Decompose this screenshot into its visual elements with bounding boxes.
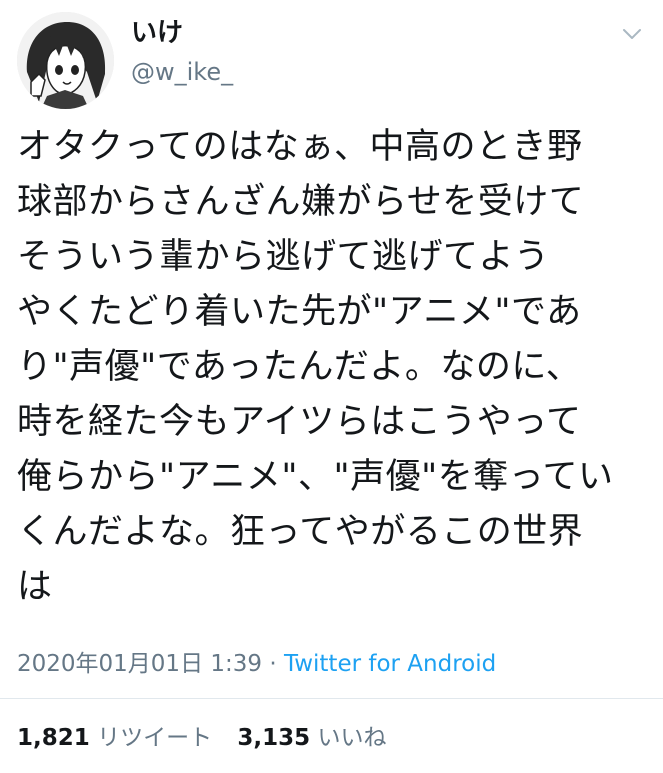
tweet-card: いけ @w_ike_ オタクってのはなぁ、中高のとき野 球部からさんざん嫌がらせ… xyxy=(0,0,663,773)
tweet-body-line: り"声優"であったんだよ。なのに、 xyxy=(17,347,582,387)
timestamp[interactable]: 2020年01月01日 1:39 xyxy=(17,651,262,677)
tweet-meta: 2020年01月01日 1:39 · Twitter for Android xyxy=(17,648,496,680)
tweet-body-line: 時を経た今もアイツらはこうやって xyxy=(17,402,582,442)
tweet-body-line: くんだよな。狂ってやがるこの世界 xyxy=(17,512,584,552)
tweet-stats: 1,821 リツイート 3,135 いいね xyxy=(17,722,404,754)
meta-separator: · xyxy=(262,651,284,677)
chevron-down-icon xyxy=(623,29,641,39)
likes-label: いいね xyxy=(317,725,387,751)
likes-count: 3,135 xyxy=(237,725,311,751)
tweet-body-line: 俺らから"アニメ"、"声優"を奪ってい xyxy=(17,457,614,497)
retweets-stat[interactable]: 1,821 リツイート xyxy=(17,722,212,754)
anime-avatar-icon xyxy=(17,12,114,109)
tweet-body: オタクってのはなぁ、中高のとき野 球部からさんざん嫌がらせを受けて そういう輩か… xyxy=(17,120,657,615)
source-link[interactable]: Twitter for Android xyxy=(284,651,496,677)
divider xyxy=(0,698,663,699)
retweets-count: 1,821 xyxy=(17,725,90,751)
display-name[interactable]: いけ xyxy=(131,16,183,50)
user-handle[interactable]: @w_ike_ xyxy=(131,56,233,88)
tweet-menu-button[interactable] xyxy=(618,20,646,48)
tweet-body-line: は xyxy=(17,567,53,607)
avatar[interactable] xyxy=(17,12,114,109)
tweet-body-line: やくたどり着いた先が"アニメ"であ xyxy=(17,292,582,332)
likes-stat[interactable]: 3,135 いいね xyxy=(237,722,386,754)
tweet-body-line: オタクってのはなぁ、中高のとき野 xyxy=(17,127,583,167)
retweets-label: リツイート xyxy=(97,725,213,751)
tweet-body-line: そういう輩から逃げて逃げてよう xyxy=(17,237,550,277)
tweet-body-line: 球部からさんざん嫌がらせを受けて xyxy=(17,182,585,222)
